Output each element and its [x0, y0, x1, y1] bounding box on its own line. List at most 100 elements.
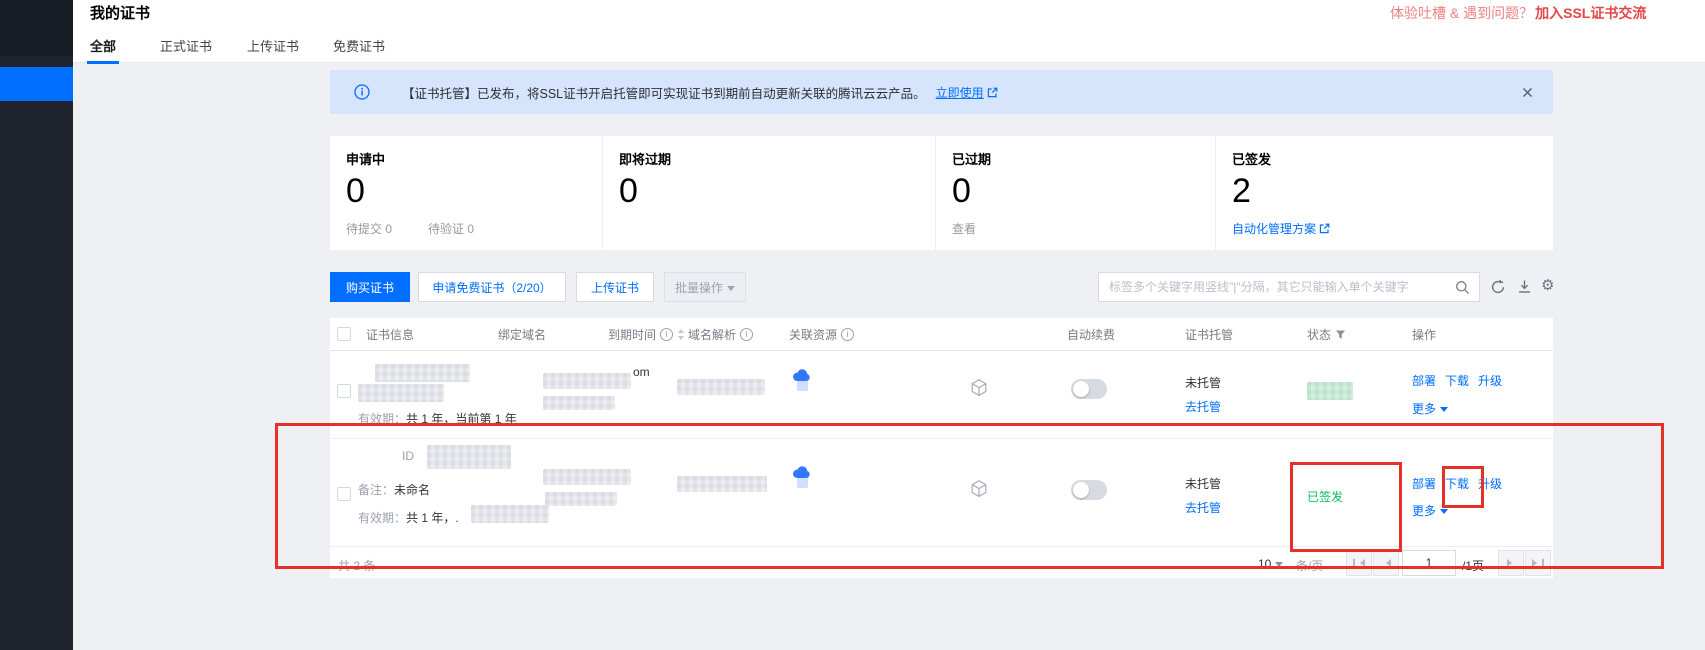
- select-all-checkbox[interactable]: [337, 327, 351, 341]
- stat-issued: 已签发 2 自动化管理方案: [1215, 136, 1553, 250]
- deploy-link[interactable]: 部署: [1412, 372, 1436, 389]
- next-page-button[interactable]: [1498, 550, 1524, 576]
- tab-paid-certs[interactable]: 正式证书: [160, 36, 212, 55]
- auto-renew-toggle[interactable]: [1071, 379, 1107, 399]
- stat-value: 2: [1232, 170, 1553, 212]
- more-link[interactable]: 更多: [1412, 400, 1448, 417]
- upgrade-link[interactable]: 升级: [1478, 372, 1502, 389]
- filter-icon[interactable]: [1335, 329, 1346, 340]
- gear-icon[interactable]: ⚙: [1541, 278, 1554, 293]
- tab-uploaded-certs[interactable]: 上传证书: [247, 36, 299, 55]
- col-hosting: 证书托管: [1185, 318, 1233, 350]
- tab-all[interactable]: 全部: [90, 36, 116, 55]
- info-icon[interactable]: [841, 328, 854, 341]
- row-operations: 部署 下载 升级: [1412, 372, 1502, 389]
- col-auto-renew: 自动续费: [1067, 318, 1115, 350]
- redacted-domain-2: [543, 396, 615, 410]
- table-footer: 共 2 条 10 条/页 /1页: [330, 547, 1553, 580]
- auto-renew-toggle[interactable]: [1071, 480, 1107, 500]
- download-link[interactable]: 下载: [1445, 475, 1469, 492]
- stat-expiring-soon: 即将过期 0: [602, 136, 935, 250]
- stat-label: 即将过期: [619, 149, 935, 168]
- row-operations: 部署 下载 升级: [1412, 475, 1502, 492]
- redacted-validity: [471, 505, 549, 523]
- redacted-expire-date: [677, 379, 765, 395]
- batch-actions-label: 批量操作: [675, 279, 723, 296]
- sort-icon[interactable]: [677, 328, 685, 341]
- sidebar-item-active[interactable]: [0, 67, 73, 101]
- hosting-state: 未托管: [1185, 475, 1221, 492]
- go-hosting-link[interactable]: 去托管: [1185, 398, 1221, 415]
- stat-label: 已签发: [1232, 149, 1553, 168]
- col-domain: 绑定域名: [498, 318, 546, 350]
- col-status: 状态: [1307, 318, 1346, 350]
- caret-down-icon: [1440, 509, 1448, 518]
- join-ssl-group-link[interactable]: 加入SSL证书交流: [1535, 5, 1646, 21]
- hosting-state: 未托管: [1185, 374, 1221, 391]
- close-icon[interactable]: [1522, 87, 1533, 98]
- stat-value: 0: [952, 170, 1215, 212]
- feedback-notice: 体验吐槽 & 遇到问题？加入SSL证书交流: [1390, 3, 1646, 23]
- redacted-domain-2: [545, 492, 617, 506]
- buy-cert-button[interactable]: 购买证书: [330, 272, 410, 302]
- stats-cards: 申请中 0 待提交 0 待验证 0 即将过期 0 已过期 0 查看 已签发 2 …: [330, 136, 1553, 250]
- more-link[interactable]: 更多: [1412, 502, 1448, 519]
- tab-free-certs[interactable]: 免费证书: [333, 36, 385, 55]
- external-link-icon: [987, 87, 998, 98]
- last-page-button[interactable]: [1525, 550, 1551, 576]
- stat-sub-pending-verify[interactable]: 待验证 0: [428, 220, 474, 237]
- apply-free-cert-button[interactable]: 申请免费证书（2/20）: [418, 272, 566, 302]
- sidebar-logo-area: [0, 0, 73, 56]
- col-ops: 操作: [1412, 318, 1436, 350]
- table-row: ID 备注：未命名 有效期：共 1 年，. 未托管 去托管 已签发 部: [330, 439, 1553, 547]
- prev-page-button[interactable]: [1373, 550, 1399, 576]
- redacted-cert-name: [375, 364, 470, 382]
- note-text: 备注：未命名: [358, 481, 430, 498]
- caret-down-icon: [1440, 407, 1448, 416]
- caret-down-icon: [727, 286, 735, 295]
- search-input[interactable]: [1099, 280, 1446, 294]
- redacted-domain: [543, 469, 631, 485]
- row-checkbox[interactable]: [337, 487, 351, 501]
- stat-sub-pending-submit[interactable]: 待提交 0: [346, 220, 392, 237]
- search-icon[interactable]: [1446, 280, 1479, 295]
- batch-actions-button[interactable]: 批量操作: [664, 272, 746, 302]
- page-number-input[interactable]: [1402, 550, 1456, 576]
- refresh-icon[interactable]: [1490, 279, 1506, 295]
- stat-label: 申请中: [346, 149, 602, 168]
- download-list-icon[interactable]: [1517, 279, 1532, 294]
- deploy-link[interactable]: 部署: [1412, 475, 1436, 492]
- col-expire: 到期时间: [608, 318, 685, 350]
- first-page-button[interactable]: [1346, 550, 1372, 576]
- page-header: 我的证书 体验吐槽 & 遇到问题？加入SSL证书交流 全部 正式证书 上传证书 …: [73, 0, 1705, 63]
- use-now-label: 立即使用: [936, 84, 984, 101]
- stat-value: 0: [619, 170, 935, 212]
- col-dns: 域名解析: [688, 318, 753, 350]
- banner-message: 【证书托管】已发布，将SSL证书开启托管即可实现证书到期前自动更新关联的腾讯云云…: [402, 83, 926, 102]
- resource-cube-icon[interactable]: [970, 479, 988, 498]
- automation-plan-link[interactable]: 自动化管理方案: [1232, 220, 1330, 237]
- dns-cloud-icon[interactable]: [792, 464, 812, 490]
- page-size-select[interactable]: 10: [1258, 557, 1283, 571]
- info-icon[interactable]: [660, 328, 673, 341]
- info-icon[interactable]: [740, 328, 753, 341]
- view-expired-link[interactable]: 查看: [952, 220, 976, 237]
- upgrade-link[interactable]: 升级: [1478, 475, 1502, 492]
- go-hosting-link[interactable]: 去托管: [1185, 499, 1221, 516]
- redacted-domain: [543, 373, 631, 389]
- download-link[interactable]: 下载: [1445, 372, 1469, 389]
- dns-cloud-icon[interactable]: [792, 367, 812, 393]
- caret-down-icon: [1275, 562, 1283, 571]
- resource-cube-icon[interactable]: [970, 378, 988, 397]
- use-now-link[interactable]: 立即使用: [936, 84, 998, 101]
- table-row: 有效期：共 1 年，当前第 1 年 om 未托管 去托管 部署 下载 升级 更多: [330, 351, 1553, 439]
- hosting-info-banner: 【证书托管】已发布，将SSL证书开启托管即可实现证书到期前自动更新关联的腾讯云云…: [330, 70, 1553, 114]
- external-link-icon: [1319, 223, 1330, 234]
- upload-cert-button[interactable]: 上传证书: [576, 272, 654, 302]
- id-label: ID: [402, 449, 414, 463]
- redacted-status-badge: [1307, 382, 1353, 400]
- feedback-notice-text: 体验吐槽 & 遇到问题？: [1390, 5, 1533, 21]
- row-checkbox[interactable]: [337, 384, 351, 398]
- sidebar: [0, 0, 73, 650]
- info-circle-icon: [354, 84, 370, 100]
